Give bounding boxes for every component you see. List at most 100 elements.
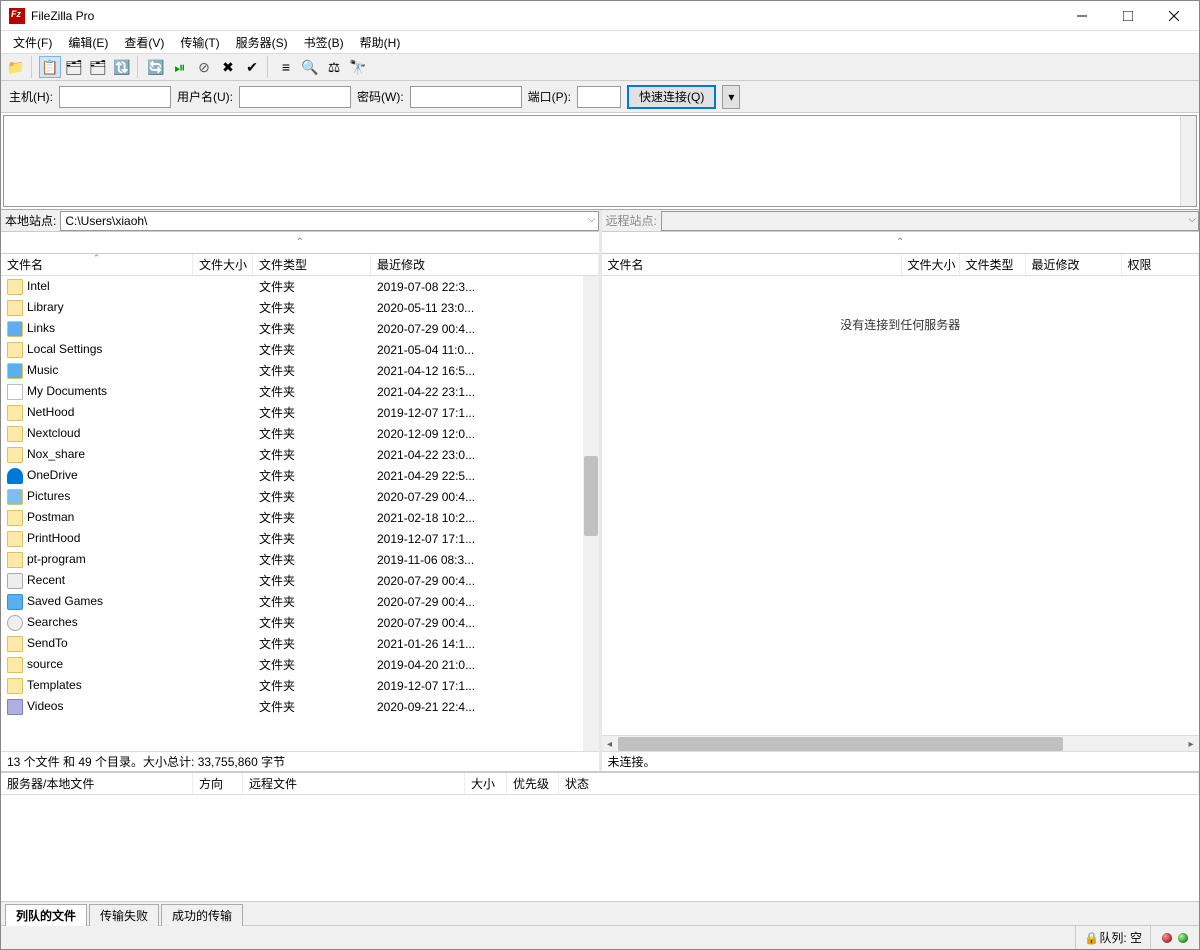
cell-name: Templates xyxy=(1,678,193,694)
table-row[interactable]: Searches文件夹2020-07-29 00:4... xyxy=(1,612,583,633)
col-type[interactable]: 文件类型 xyxy=(960,254,1026,275)
table-row[interactable]: Nox_share文件夹2021-04-22 23:0... xyxy=(1,444,583,465)
local-status: 13 个文件 和 49 个目录。大小总计: 33,755,860 字节 xyxy=(1,751,599,771)
menu-server[interactable]: 服务器(S) xyxy=(228,32,296,53)
toggle-queue-icon[interactable]: 🔃 xyxy=(111,56,133,78)
toggle-log-icon[interactable]: 📋 xyxy=(39,56,61,78)
toggle-local-tree-icon[interactable]: 🗂 xyxy=(63,56,85,78)
quickconnect-button[interactable]: 快速连接(Q) xyxy=(627,85,716,109)
table-row[interactable]: Links文件夹2020-07-29 00:4... xyxy=(1,318,583,339)
table-row[interactable]: My Documents文件夹2021-04-22 23:1... xyxy=(1,381,583,402)
remote-file-list[interactable]: 没有连接到任何服务器 xyxy=(602,276,1200,735)
maximize-button[interactable] xyxy=(1105,1,1151,31)
process-queue-icon[interactable]: ⏯ xyxy=(169,56,191,78)
table-row[interactable]: Intel文件夹2019-07-08 22:3... xyxy=(1,276,583,297)
remote-tree[interactable]: ⌃ xyxy=(602,232,1200,254)
compare-icon[interactable]: ⚖ xyxy=(323,56,345,78)
cell-name: Intel xyxy=(1,279,193,295)
cell-mtime: 2019-12-07 17:1... xyxy=(371,532,583,546)
col-direction[interactable]: 方向 xyxy=(193,773,243,794)
log-scrollbar[interactable] xyxy=(1180,116,1196,206)
menu-file[interactable]: 文件(F) xyxy=(5,32,60,53)
tab-success[interactable]: 成功的传输 xyxy=(161,904,243,926)
col-size[interactable]: 文件大小 xyxy=(902,254,960,275)
filter-icon[interactable]: ≡ xyxy=(275,56,297,78)
cell-mtime: 2021-04-12 16:5... xyxy=(371,364,583,378)
table-row[interactable]: Postman文件夹2021-02-18 10:2... xyxy=(1,507,583,528)
table-row[interactable]: Recent 文件夹2020-07-29 00:4... xyxy=(1,570,583,591)
col-mtime[interactable]: 最近修改 xyxy=(371,254,599,275)
chevron-down-icon: ⌵ xyxy=(588,214,596,225)
minimize-button[interactable] xyxy=(1059,1,1105,31)
col-name[interactable]: ⌃文件名 xyxy=(1,254,193,275)
host-input[interactable] xyxy=(59,86,171,108)
folder-icon xyxy=(7,300,23,316)
col-remote[interactable]: 远程文件 xyxy=(243,773,465,794)
table-row[interactable]: Saved Games文件夹2020-07-29 00:4... xyxy=(1,591,583,612)
cell-name: source xyxy=(1,657,193,673)
queue-body[interactable] xyxy=(1,795,1199,901)
site-manager-icon[interactable]: 📁 xyxy=(5,56,27,78)
tab-queued[interactable]: 列队的文件 xyxy=(5,904,87,926)
col-type[interactable]: 文件类型 xyxy=(253,254,371,275)
scrollbar-thumb[interactable] xyxy=(618,737,1063,751)
table-row[interactable]: NetHood文件夹2019-12-07 17:1... xyxy=(1,402,583,423)
cell-type: 文件夹 xyxy=(253,446,371,463)
local-path-combo[interactable]: C:\Users\xiaoh\⌵ xyxy=(60,211,598,231)
port-input[interactable] xyxy=(577,86,621,108)
col-size[interactable]: 文件大小 xyxy=(193,254,253,275)
cell-name: Music xyxy=(1,363,193,379)
scroll-left-icon[interactable]: ◂ xyxy=(602,736,618,752)
table-row[interactable]: Library文件夹2020-05-11 23:0... xyxy=(1,297,583,318)
message-log[interactable] xyxy=(3,115,1197,207)
cell-mtime: 2020-07-29 00:4... xyxy=(371,595,583,609)
table-row[interactable]: PrintHood文件夹2019-12-07 17:1... xyxy=(1,528,583,549)
remote-path-combo[interactable]: ⌵ xyxy=(661,211,1199,231)
cancel-icon[interactable]: ⊘ xyxy=(193,56,215,78)
binoculars-icon[interactable]: 🔭 xyxy=(347,56,369,78)
col-server[interactable]: 服务器/本地文件 xyxy=(1,773,193,794)
toggle-remote-tree-icon[interactable]: 🗂 xyxy=(87,56,109,78)
table-row[interactable]: source文件夹2019-04-20 21:0... xyxy=(1,654,583,675)
table-row[interactable]: Music文件夹2021-04-12 16:5... xyxy=(1,360,583,381)
tab-failed[interactable]: 传输失败 xyxy=(89,904,159,926)
scrollbar-thumb[interactable] xyxy=(584,456,598,536)
col-status[interactable]: 状态 xyxy=(559,773,1199,794)
local-scrollbar-v[interactable] xyxy=(583,276,599,751)
table-row[interactable]: pt-program文件夹2019-11-06 08:3... xyxy=(1,549,583,570)
cell-type: 文件夹 xyxy=(253,572,371,589)
menu-edit[interactable]: 编辑(E) xyxy=(60,32,116,53)
remote-scrollbar-h[interactable]: ◂ ▸ xyxy=(602,735,1200,751)
table-row[interactable]: Templates文件夹2019-12-07 17:1... xyxy=(1,675,583,696)
folder-icon xyxy=(7,342,23,358)
col-perm[interactable]: 权限 xyxy=(1122,254,1200,275)
col-mtime[interactable]: 最近修改 xyxy=(1026,254,1122,275)
scroll-right-icon[interactable]: ▸ xyxy=(1183,736,1199,752)
cell-mtime: 2020-07-29 00:4... xyxy=(371,574,583,588)
menu-help[interactable]: 帮助(H) xyxy=(352,32,409,53)
col-size[interactable]: 大小 xyxy=(465,773,507,794)
search-icon[interactable]: 🔍 xyxy=(299,56,321,78)
menu-view[interactable]: 查看(V) xyxy=(116,32,172,53)
col-name[interactable]: 文件名 xyxy=(602,254,902,275)
menu-bookmarks[interactable]: 书签(B) xyxy=(296,32,352,53)
table-row[interactable]: Pictures文件夹2020-07-29 00:4... xyxy=(1,486,583,507)
close-button[interactable] xyxy=(1151,1,1197,31)
quickconnect-dropdown[interactable]: ▾ xyxy=(722,85,740,109)
refresh-icon[interactable]: 🔄 xyxy=(145,56,167,78)
local-tree[interactable]: ⌃ xyxy=(1,232,599,254)
table-row[interactable]: Nextcloud文件夹2020-12-09 12:0... xyxy=(1,423,583,444)
cell-name: Videos xyxy=(1,699,193,715)
pass-input[interactable] xyxy=(410,86,522,108)
user-input[interactable] xyxy=(239,86,351,108)
cell-name: Recent xyxy=(1,573,193,589)
table-row[interactable]: Videos文件夹2020-09-21 22:4... xyxy=(1,696,583,717)
reconnect-icon[interactable]: ✔ xyxy=(241,56,263,78)
menu-transfer[interactable]: 传输(T) xyxy=(172,32,227,53)
local-file-list[interactable]: Intel文件夹2019-07-08 22:3...Library文件夹2020… xyxy=(1,276,599,751)
disconnect-icon[interactable]: ✖ xyxy=(217,56,239,78)
col-priority[interactable]: 优先级 xyxy=(507,773,559,794)
table-row[interactable]: Local Settings文件夹2021-05-04 11:0... xyxy=(1,339,583,360)
table-row[interactable]: OneDrive文件夹2021-04-29 22:5... xyxy=(1,465,583,486)
table-row[interactable]: SendTo文件夹2021-01-26 14:1... xyxy=(1,633,583,654)
